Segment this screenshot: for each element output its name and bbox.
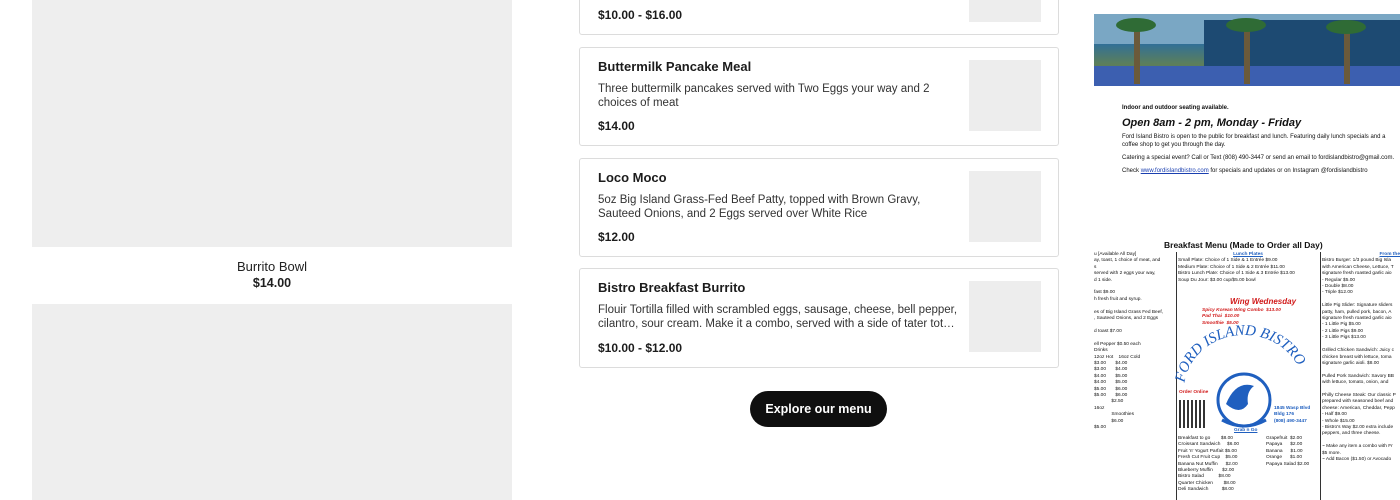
menu-card-title: Loco Moco — [598, 170, 667, 185]
flyer-info: Indoor and outdoor seating available. Op… — [1122, 104, 1400, 180]
menu-flyer-line: ay, toast, 1 choice of meat, and — [1094, 258, 1161, 264]
flyer-paragraph: Check www.fordislandbistro.com for speci… — [1122, 168, 1368, 174]
menu-card-thumbnail — [969, 281, 1041, 352]
menu-flyer-line: Little Pig Slider: Signature sliders — [1322, 303, 1393, 309]
menu-flyer-line: with lettuce, tomato, onion, and — [1322, 380, 1389, 386]
restaurant-photo — [1094, 14, 1400, 86]
explore-menu-button[interactable]: Explore our menu — [750, 391, 887, 427]
menu-flyer-line: Bistro Salad $8.00 — [1178, 474, 1231, 480]
menu-flyer-line: served with 2 eggs your way, — [1094, 271, 1156, 277]
menu-item-image[interactable] — [32, 0, 512, 247]
wing-wednesday-title: Wing Wednesday — [1230, 297, 1297, 306]
flyer-paragraph: Ford Island Bistro is open to the public… — [1122, 134, 1386, 148]
grab-n-go-list: Breakfast to go $8.00 Croissant Sandwich … — [1178, 436, 1239, 494]
menu-flyer-line: Papaya Salad $2.00 — [1266, 461, 1310, 467]
menu-flyer-line: ~ Make any item a combo with Fr — [1322, 444, 1393, 450]
menu-card-thumbnail — [969, 0, 1041, 22]
menu-item-name: Burrito Bowl — [236, 259, 308, 274]
menu-item-price: $14.00 — [252, 276, 292, 290]
menu-flyer-line: prepared with seasoned beef and — [1322, 399, 1394, 405]
menu-card-price: $10.00 - $12.00 — [598, 341, 683, 355]
menu-flyer-line: Soup Du Jour: $3.00 cup/$5.00 bowl — [1178, 277, 1256, 283]
hours-text: Open 8am - 2 pm, Monday - Friday — [1122, 117, 1302, 129]
menu-card-thumbnail — [969, 60, 1041, 131]
menu-card-price: $10.00 - $16.00 — [598, 8, 683, 22]
menu-card[interactable]: $10.00 - $16.00 — [579, 0, 1059, 35]
menu-flyer-line: Croissant Sandwich $6.00 — [1178, 442, 1240, 448]
menu-flyer-left-column: u [Available All Day] ay, toast, 1 choice… — [1094, 252, 1163, 431]
menu-card-thumbnail — [969, 171, 1041, 242]
menu-page: Burrito Bowl $14.00 $10.00 - $16.00 Butt… — [0, 0, 1400, 500]
seating-text: Indoor and outdoor seating available. — [1122, 105, 1229, 111]
menu-card-title: Buttermilk Pancake Meal — [598, 59, 752, 74]
menu-flyer-right-column: From the Bistro Burger: 1/3 pound Big Is… — [1322, 252, 1400, 462]
fruit-list: Grapefruit $2.00 Papaya $2.00 Banana $1.00… — [1266, 436, 1309, 468]
website-link[interactable]: www.fordislandbistro.com — [1141, 168, 1209, 174]
menu-card[interactable]: Loco Moco 5oz Big Island Grass-Fed Beef … — [579, 158, 1059, 257]
menu-card-price: $14.00 — [598, 119, 635, 133]
menu-card-price: $12.00 — [598, 230, 635, 244]
menu-card-description: Flouir Tortilla filled with scrambled eg… — [598, 304, 958, 330]
menu-card[interactable]: Bistro Breakfast Burrito Flouir Tortilla… — [579, 268, 1059, 368]
menu-card[interactable]: Buttermilk Pancake Meal Three buttermilk… — [579, 47, 1059, 146]
menu-flyer-line: (808) 490-3447 — [1274, 418, 1307, 424]
menu-flyer-line: chicken breast with lettuce, toma — [1322, 354, 1392, 360]
menu-card-description: 5oz Big Island Grass-Fed Beef Patty, top… — [598, 194, 921, 220]
menu-card-title: Bistro Breakfast Burrito — [598, 280, 746, 295]
menu-flyer-line: ~ Add Bacon ($1.50) or Avocado — [1322, 457, 1392, 462]
menu-flyer-line: Fresh Cut Fruit Cup $5.00 — [1178, 455, 1238, 461]
order-online-label: Order Online — [1179, 390, 1209, 395]
menu-flyer-line: $5.00 — [1094, 424, 1107, 430]
grab-n-go-header: Grab n Go — [1234, 428, 1258, 433]
menu-flyer-line: Deli Sandwich $8.00 — [1178, 487, 1234, 493]
flyer-paragraph: Catering a special event? Call or Text (… — [1122, 155, 1395, 161]
menu-card-description: Three buttermilk pancakes served with Tw… — [598, 83, 930, 109]
menu-flyer-line: , Sauteed Onions, and 2 Eggs — [1094, 316, 1159, 322]
menu-flyer-image: Breakfast Menu (Made to Order all Day) u… — [1094, 240, 1400, 500]
menu-flyer-title: Breakfast Menu (Made to Order all Day) — [1164, 240, 1323, 250]
menu-flyer-mid-column: Lunch Plates Small Plate: Choice of 1 Si… — [1178, 252, 1318, 284]
menu-flyer-line: Bistro Burger: 1/3 pound Big Isla — [1322, 258, 1392, 264]
qr-code-icon — [1179, 400, 1207, 428]
menu-flyer-line: signature fresh roasted garlic aio — [1322, 271, 1392, 277]
menu-flyer-line: Grilled Chicken Sandwich: Juicy c — [1322, 348, 1394, 354]
restaurant-address: 1845 Wasp Blvd Bldg 176 (808) 490-3447 — [1274, 406, 1310, 425]
menu-item-image[interactable] — [32, 304, 512, 500]
menu-item-caption[interactable]: Burrito Bowl $14.00 — [32, 259, 512, 291]
